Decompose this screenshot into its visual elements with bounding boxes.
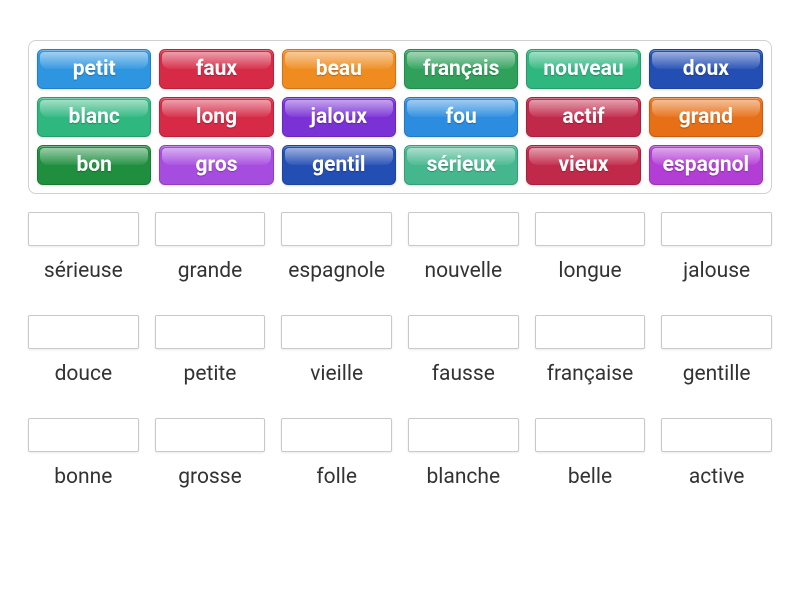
drop-zone[interactable] — [281, 418, 392, 452]
drop-target: petite — [155, 315, 266, 404]
drop-zone[interactable] — [535, 315, 646, 349]
target-label: jalouse — [683, 260, 750, 283]
drop-zone[interactable] — [155, 212, 266, 246]
drop-zone[interactable] — [28, 315, 139, 349]
target-label: longue — [558, 260, 621, 283]
word-tile[interactable]: bon — [37, 145, 151, 185]
target-label: douce — [55, 363, 113, 386]
target-label: belle — [568, 466, 612, 489]
drop-zone[interactable] — [661, 418, 772, 452]
target-label: espagnole — [288, 260, 385, 283]
target-label: grande — [178, 260, 243, 283]
drop-target: longue — [535, 212, 646, 301]
target-label: petite — [184, 363, 237, 386]
word-tile[interactable]: jaloux — [282, 97, 396, 137]
target-label: bonne — [54, 466, 112, 489]
target-label: vieille — [310, 363, 363, 386]
target-label: nouvelle — [424, 260, 502, 283]
word-tile[interactable]: vieux — [526, 145, 640, 185]
drop-target: folle — [281, 418, 392, 507]
word-tile[interactable]: actif — [526, 97, 640, 137]
drop-zone[interactable] — [661, 315, 772, 349]
drop-target: douce — [28, 315, 139, 404]
word-tile[interactable]: nouveau — [526, 49, 640, 89]
drop-target: jalouse — [661, 212, 772, 301]
word-tile[interactable]: gros — [159, 145, 273, 185]
drop-target: vieille — [281, 315, 392, 404]
target-label: fausse — [432, 363, 495, 386]
target-label: gentille — [683, 363, 751, 386]
word-tile[interactable]: long — [159, 97, 273, 137]
drop-zone[interactable] — [408, 212, 519, 246]
word-tile[interactable]: blanc — [37, 97, 151, 137]
word-tile[interactable]: beau — [282, 49, 396, 89]
drop-zone[interactable] — [155, 418, 266, 452]
drop-target: fausse — [408, 315, 519, 404]
drop-zone[interactable] — [281, 212, 392, 246]
target-label: blanche — [427, 466, 501, 489]
drop-target: espagnole — [281, 212, 392, 301]
drop-target: bonne — [28, 418, 139, 507]
word-tile[interactable]: grand — [649, 97, 763, 137]
drop-zone[interactable] — [408, 315, 519, 349]
target-label: grosse — [178, 466, 242, 489]
drop-zone[interactable] — [408, 418, 519, 452]
drop-zone[interactable] — [28, 212, 139, 246]
word-tile[interactable]: français — [404, 49, 518, 89]
word-tile[interactable]: sérieux — [404, 145, 518, 185]
drop-targets-grid: sérieuse grande espagnole nouvelle longue jal… — [28, 212, 772, 507]
drop-target: française — [535, 315, 646, 404]
target-label: française — [547, 363, 634, 386]
word-tile[interactable]: petit — [37, 49, 151, 89]
target-label: active — [689, 466, 745, 489]
word-tile[interactable]: fou — [404, 97, 518, 137]
word-bank: petitfauxbeaufrançaisnouveaudoux blanclon… — [28, 40, 772, 194]
drop-zone[interactable] — [28, 418, 139, 452]
word-tile[interactable]: faux — [159, 49, 273, 89]
drop-target: grosse — [155, 418, 266, 507]
drop-target: blanche — [408, 418, 519, 507]
drop-target: grande — [155, 212, 266, 301]
drop-target: sérieuse — [28, 212, 139, 301]
drop-zone[interactable] — [535, 212, 646, 246]
target-label: folle — [316, 466, 357, 489]
drop-zone[interactable] — [661, 212, 772, 246]
drop-target: gentille — [661, 315, 772, 404]
drop-zone[interactable] — [281, 315, 392, 349]
game-stage: petitfauxbeaufrançaisnouveaudouxblanclon… — [0, 0, 800, 507]
word-tile[interactable]: espagnol — [649, 145, 763, 185]
word-tile[interactable]: gentil — [282, 145, 396, 185]
drop-target: belle — [535, 418, 646, 507]
word-tile[interactable]: doux — [649, 49, 763, 89]
drop-target: nouvelle — [408, 212, 519, 301]
drop-zone[interactable] — [535, 418, 646, 452]
drop-zone[interactable] — [155, 315, 266, 349]
drop-target: active — [661, 418, 772, 507]
target-label: sérieuse — [44, 260, 123, 283]
